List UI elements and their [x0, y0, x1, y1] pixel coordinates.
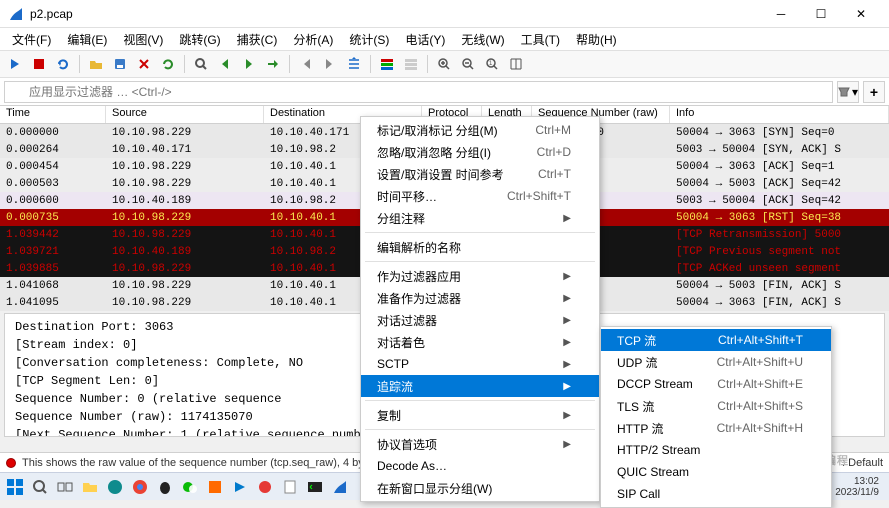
menubar: 文件(F)编辑(E)视图(V)跳转(G)捕获(C)分析(A)统计(S)电话(Y)…	[0, 28, 889, 50]
wireshark-icon[interactable]	[329, 476, 351, 498]
menu-item[interactable]: SCTP▶	[361, 353, 599, 375]
explorer-icon[interactable]	[79, 476, 101, 498]
menu-item[interactable]: 无线(W)	[455, 29, 510, 50]
toolbar: 1	[0, 50, 889, 78]
menu-item[interactable]: 复制▶	[361, 404, 599, 426]
go-last-button[interactable]	[319, 53, 341, 75]
resize-columns-button[interactable]	[505, 53, 527, 75]
edge-icon[interactable]	[104, 476, 126, 498]
menu-item[interactable]: 标记/取消标记 分组(M)Ctrl+M	[361, 119, 599, 141]
save-file-button[interactable]	[109, 53, 131, 75]
window-title: p2.pcap	[30, 7, 761, 21]
start-capture-button[interactable]	[4, 53, 26, 75]
stop-capture-button[interactable]	[28, 53, 50, 75]
menu-item[interactable]: TCP 流Ctrl+Alt+Shift+T	[601, 329, 831, 351]
menu-item[interactable]: 电话(Y)	[399, 29, 451, 50]
close-file-button[interactable]	[133, 53, 155, 75]
open-file-button[interactable]	[85, 53, 107, 75]
menu-item[interactable]: 统计(S)	[343, 29, 395, 50]
titlebar: p2.pcap ─ ☐ ✕	[0, 0, 889, 28]
zoom-reset-button[interactable]: 1	[481, 53, 503, 75]
menu-item[interactable]: 跳转(G)	[173, 29, 226, 50]
no-colorize-button[interactable]	[400, 53, 422, 75]
menu-item[interactable]: 设置/取消设置 时间参考Ctrl+T	[361, 163, 599, 185]
menu-item[interactable]: 准备作为过滤器▶	[361, 287, 599, 309]
display-filter-input[interactable]	[4, 81, 833, 103]
menu-item[interactable]: TLS 流Ctrl+Alt+Shift+S	[601, 395, 831, 417]
menu-item[interactable]: 分析(A)	[287, 29, 339, 50]
menu-item[interactable]: QUIC Stream	[601, 461, 831, 483]
expert-info-icon[interactable]	[6, 458, 16, 468]
context-menu[interactable]: 标记/取消标记 分组(M)Ctrl+M忽略/取消忽略 分组(I)Ctrl+D设置…	[360, 116, 600, 502]
autoscroll-button[interactable]	[343, 53, 365, 75]
qq-icon[interactable]	[154, 476, 176, 498]
menu-item[interactable]: 在新窗口显示分组(W)	[361, 477, 599, 499]
notepad-icon[interactable]	[279, 476, 301, 498]
filter-bar: ▾ +	[0, 78, 889, 106]
wechat-icon[interactable]	[179, 476, 201, 498]
colorize-button[interactable]	[376, 53, 398, 75]
menu-item[interactable]: 文件(F)	[6, 29, 57, 50]
chrome-icon[interactable]	[129, 476, 151, 498]
menu-item[interactable]: HTTP 流Ctrl+Alt+Shift+H	[601, 417, 831, 439]
menu-item[interactable]: 工具(T)	[515, 29, 566, 50]
restart-capture-button[interactable]	[52, 53, 74, 75]
filter-apply-button[interactable]: ▾	[837, 81, 859, 103]
terminal-icon[interactable]	[304, 476, 326, 498]
app2-icon[interactable]	[254, 476, 276, 498]
app-icon[interactable]	[204, 476, 226, 498]
close-button[interactable]: ✕	[841, 2, 881, 26]
follow-stream-submenu[interactable]: TCP 流Ctrl+Alt+Shift+TUDP 流Ctrl+Alt+Shift…	[600, 326, 832, 508]
go-forward-button[interactable]	[238, 53, 260, 75]
start-button[interactable]	[4, 476, 26, 498]
app-icon	[8, 6, 24, 22]
go-back-button[interactable]	[214, 53, 236, 75]
maximize-button[interactable]: ☐	[801, 2, 841, 26]
minimize-button[interactable]: ─	[761, 2, 801, 26]
menu-item[interactable]: Decode As…	[361, 455, 599, 477]
column-header[interactable]: Source	[106, 106, 264, 123]
menu-item[interactable]: 帮助(H)	[570, 29, 623, 50]
status-text: This shows the raw value of the sequence…	[22, 457, 386, 469]
column-header[interactable]: Time	[0, 106, 106, 123]
go-first-button[interactable]	[295, 53, 317, 75]
menu-item[interactable]: 时间平移…Ctrl+Shift+T	[361, 185, 599, 207]
column-header[interactable]: Info	[670, 106, 889, 123]
menu-item[interactable]: 对话着色▶	[361, 331, 599, 353]
menu-item[interactable]: 编辑(E)	[61, 29, 113, 50]
menu-item[interactable]: 编辑解析的名称	[361, 236, 599, 258]
menu-item[interactable]: 分组注释▶	[361, 207, 599, 229]
tray-clock[interactable]: 13:022023/11/9	[829, 476, 885, 498]
reload-button[interactable]	[157, 53, 179, 75]
find-button[interactable]	[190, 53, 212, 75]
menu-item[interactable]: UDP 流Ctrl+Alt+Shift+U	[601, 351, 831, 373]
zoom-out-button[interactable]	[457, 53, 479, 75]
menu-item[interactable]: 捕获(C)	[231, 29, 284, 50]
menu-item[interactable]: 协议首选项▶	[361, 433, 599, 455]
go-to-button[interactable]	[262, 53, 284, 75]
menu-item[interactable]: 忽略/取消忽略 分组(I)Ctrl+D	[361, 141, 599, 163]
taskview-icon[interactable]	[54, 476, 76, 498]
vscode-icon[interactable]	[229, 476, 251, 498]
menu-item[interactable]: DCCP StreamCtrl+Alt+Shift+E	[601, 373, 831, 395]
menu-item[interactable]: 作为过滤器应用▶	[361, 265, 599, 287]
filter-expression-button[interactable]: +	[863, 81, 885, 103]
zoom-in-button[interactable]	[433, 53, 455, 75]
menu-item[interactable]: 对话过滤器▶	[361, 309, 599, 331]
menu-item[interactable]: SIP Call	[601, 483, 831, 505]
menu-item[interactable]: 视图(V)	[117, 29, 169, 50]
menu-item[interactable]: 追踪流▶	[361, 375, 599, 397]
search-icon[interactable]	[29, 476, 51, 498]
menu-item[interactable]: HTTP/2 Stream	[601, 439, 831, 461]
